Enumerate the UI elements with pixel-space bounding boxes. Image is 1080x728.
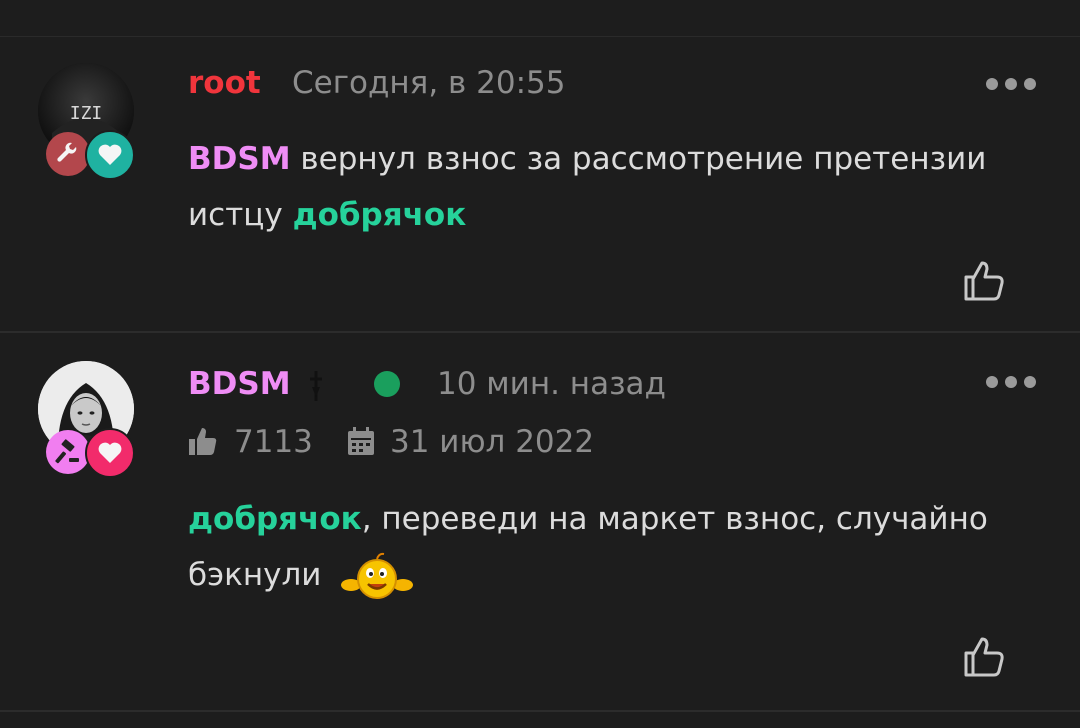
heart-icon <box>85 130 135 180</box>
more-options-icon[interactable] <box>986 77 1036 91</box>
more-options-icon[interactable] <box>986 375 1036 389</box>
timestamp: 10 мин. назад <box>437 366 666 402</box>
divider <box>0 710 1080 712</box>
mention-link[interactable]: BDSM <box>188 141 291 177</box>
comment: IZI root Сегодня, в 20:55 BDSM вернул вз… <box>0 37 1080 332</box>
author-name[interactable]: BDSM <box>188 366 291 402</box>
comments-feed: IZI root Сегодня, в 20:55 BDSM вернул вз… <box>0 0 1080 728</box>
timestamp: Сегодня, в 20:55 <box>292 65 566 101</box>
comment-body: BDSM вернул взнос за рассмотрение претен… <box>188 131 1008 243</box>
comment-body: добрячок, переведи на маркет взнос, случ… <box>188 491 1008 605</box>
like-icon[interactable] <box>960 257 1008 305</box>
registration-date: 31 июл 2022 <box>390 424 595 460</box>
smiley-emoji <box>341 552 414 599</box>
heart-icon <box>85 428 135 478</box>
svg-text:IZI: IZI <box>70 103 103 124</box>
mention-link[interactable]: добрячок <box>188 501 362 537</box>
like-icon[interactable] <box>960 633 1008 681</box>
dagger-icon <box>310 371 322 401</box>
gavel-icon <box>46 430 90 474</box>
thumbs-up-icon <box>189 428 217 455</box>
likes-count: 7113 <box>234 424 313 460</box>
author-name[interactable]: root <box>188 65 261 101</box>
wrench-icon <box>46 132 90 176</box>
calendar-icon <box>348 427 374 455</box>
mention-link[interactable]: добрячок <box>293 197 467 233</box>
comment: BDSM 10 мин. назад 7113 31 июл 2022 добр… <box>0 333 1080 711</box>
online-indicator <box>374 371 400 397</box>
